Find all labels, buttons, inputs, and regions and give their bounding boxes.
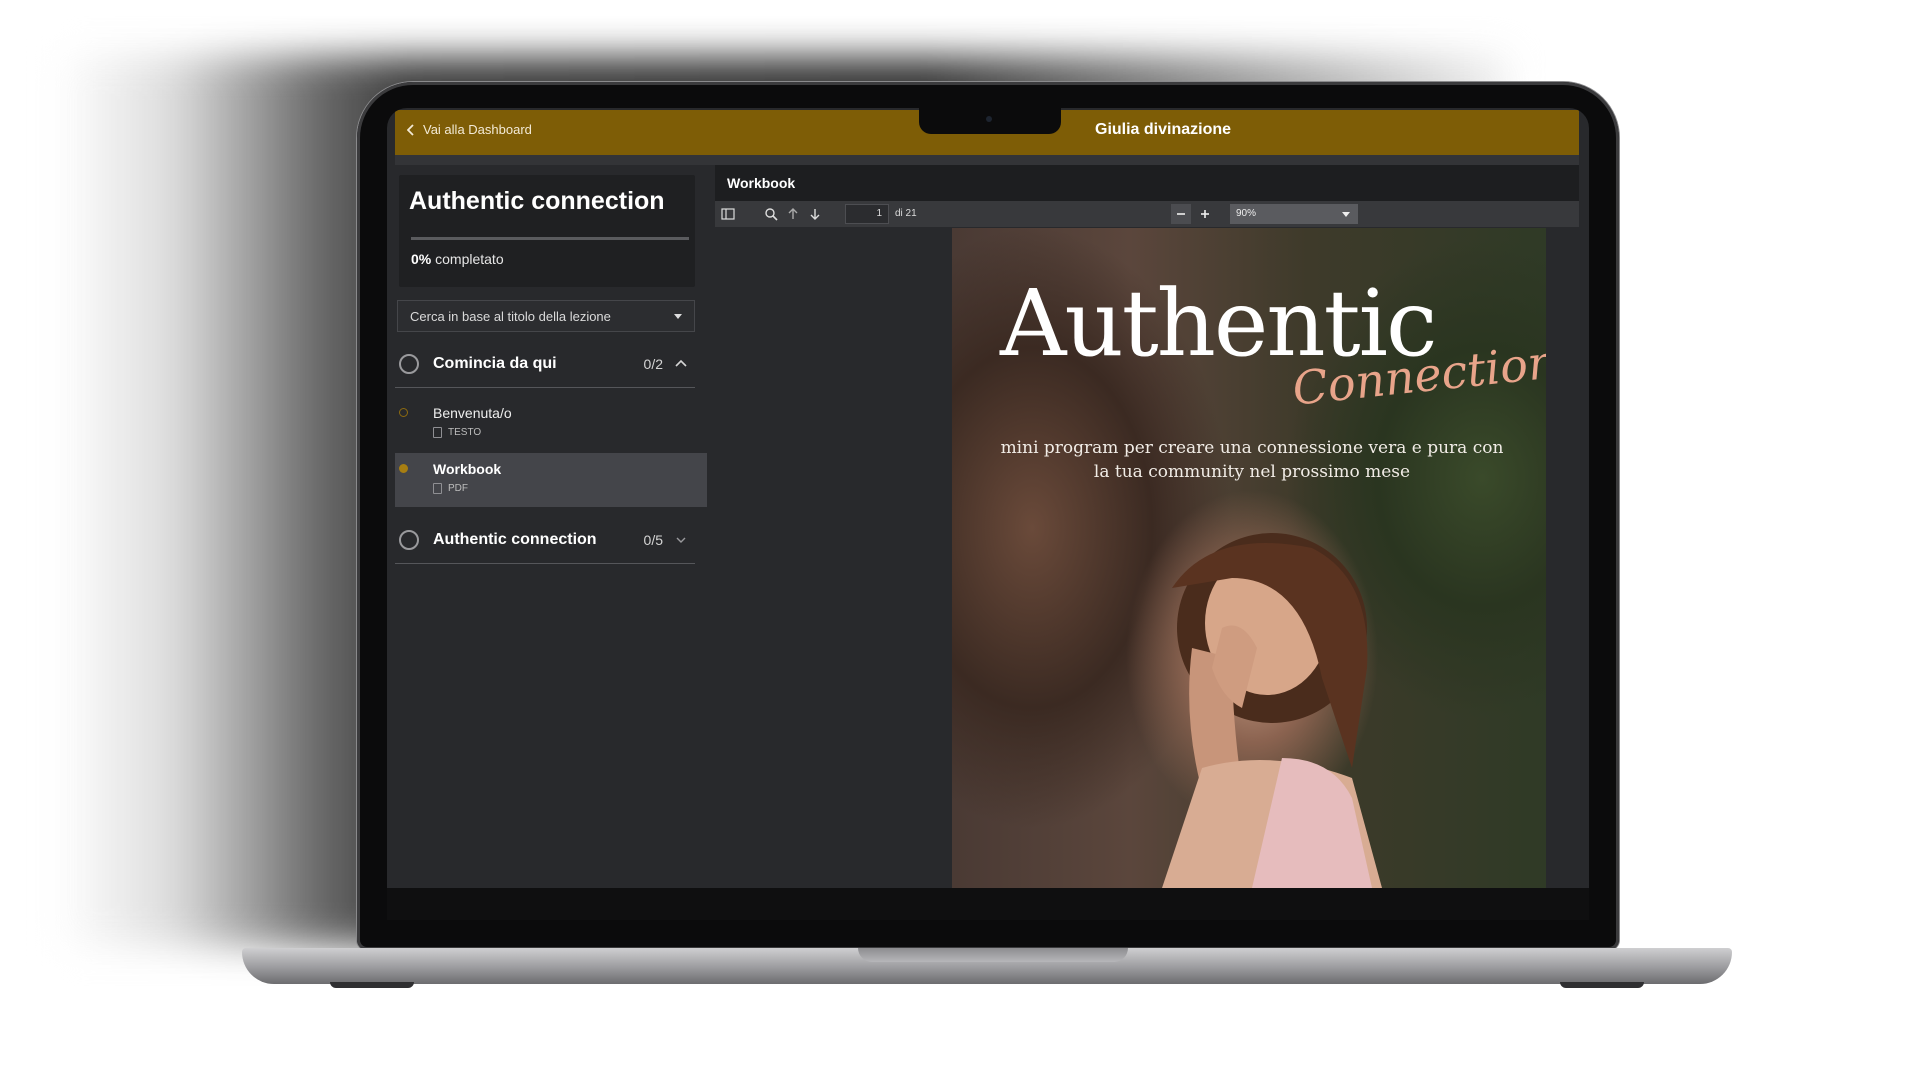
plus-icon [1201, 210, 1209, 218]
pdf-page[interactable]: Authentic Connection mini program per cr… [952, 228, 1546, 888]
chevron-left-icon [407, 123, 414, 136]
caret-down-icon [674, 313, 682, 319]
sidebar-toggle-icon[interactable] [720, 206, 736, 222]
laptop-foot-right [1560, 982, 1644, 988]
progress-value: 0% [411, 251, 432, 267]
lesson-title: Benvenuta/o [433, 405, 512, 421]
lesson-search-select[interactable]: Cerca in base al titolo della lezione [397, 300, 695, 332]
viewer-header: Workbook [715, 165, 1579, 201]
lesson-type: TESTO [433, 427, 481, 438]
section-comincia-da-qui[interactable]: Comincia da qui 0/2 [395, 341, 695, 388]
back-link-label: Vai alla Dashboard [423, 122, 532, 137]
arrow-up-icon[interactable] [785, 206, 801, 222]
chevron-up-icon[interactable] [673, 356, 689, 372]
document-icon [433, 483, 442, 494]
progress-suffix: completato [435, 251, 504, 267]
section-count: 0/5 [643, 532, 663, 548]
zoom-out-button[interactable] [1171, 204, 1191, 224]
course-title: Authentic connection [409, 187, 665, 215]
lesson-title: Workbook [433, 461, 502, 477]
page-number-input[interactable]: 1 [845, 204, 889, 224]
camera-icon [986, 116, 992, 122]
zoom-value: 90% [1236, 208, 1257, 219]
lesson-type: PDF [433, 483, 468, 494]
progress-text: 0% completato [411, 251, 504, 267]
back-to-dashboard-link[interactable]: Vai alla Dashboard [407, 122, 532, 137]
arrow-down-icon[interactable] [807, 206, 823, 222]
lesson-type-label: TESTO [448, 427, 482, 438]
section-authentic-connection[interactable]: Authentic connection 0/5 [395, 517, 695, 564]
progress-bar [411, 237, 689, 240]
course-progress-card: Authentic connection 0% completato [399, 175, 695, 287]
course-sidebar: Authentic connection 0% completato Cerca… [387, 165, 707, 888]
section-title: Authentic connection [433, 531, 597, 548]
caret-down-icon [1342, 212, 1350, 217]
zoom-in-button[interactable] [1195, 204, 1215, 224]
chevron-down-icon[interactable] [673, 532, 689, 548]
laptop-foot-left [330, 982, 414, 988]
pdf-toolbar: 1 di 21 90% [715, 201, 1579, 227]
camera-notch [919, 108, 1061, 134]
course-name: Giulia divinazione [1095, 121, 1232, 138]
section-status-circle-icon [399, 530, 419, 550]
lesson-status-dot-icon [399, 408, 408, 417]
section-count: 0/2 [643, 356, 663, 372]
minus-icon [1177, 213, 1185, 215]
document-icon [433, 427, 442, 438]
lesson-type-label: PDF [448, 483, 468, 494]
lesson-item-benvenuta[interactable]: Benvenuta/o TESTO [395, 397, 707, 451]
laptop-bezel-bottom [387, 888, 1589, 920]
pdf-subtitle: mini program per creare una connessione … [1000, 438, 1504, 482]
search-icon[interactable] [763, 206, 779, 222]
viewer-title: Workbook [727, 175, 796, 191]
zoom-select[interactable]: 90% [1230, 204, 1358, 224]
laptop-base-notch [858, 948, 1128, 962]
lesson-search-placeholder: Cerca in base al titolo della lezione [410, 308, 611, 324]
lesson-status-dot-icon [399, 464, 408, 473]
section-title: Comincia da qui [433, 355, 557, 372]
laptop-screen: Vai alla Dashboard Giulia divinazione Au… [387, 108, 1589, 888]
lesson-item-workbook[interactable]: Workbook PDF [395, 453, 707, 507]
section-status-circle-icon [399, 354, 419, 374]
woman-photo [1162, 533, 1382, 888]
sub-bar [395, 155, 1579, 165]
page-total: di 21 [895, 208, 917, 219]
